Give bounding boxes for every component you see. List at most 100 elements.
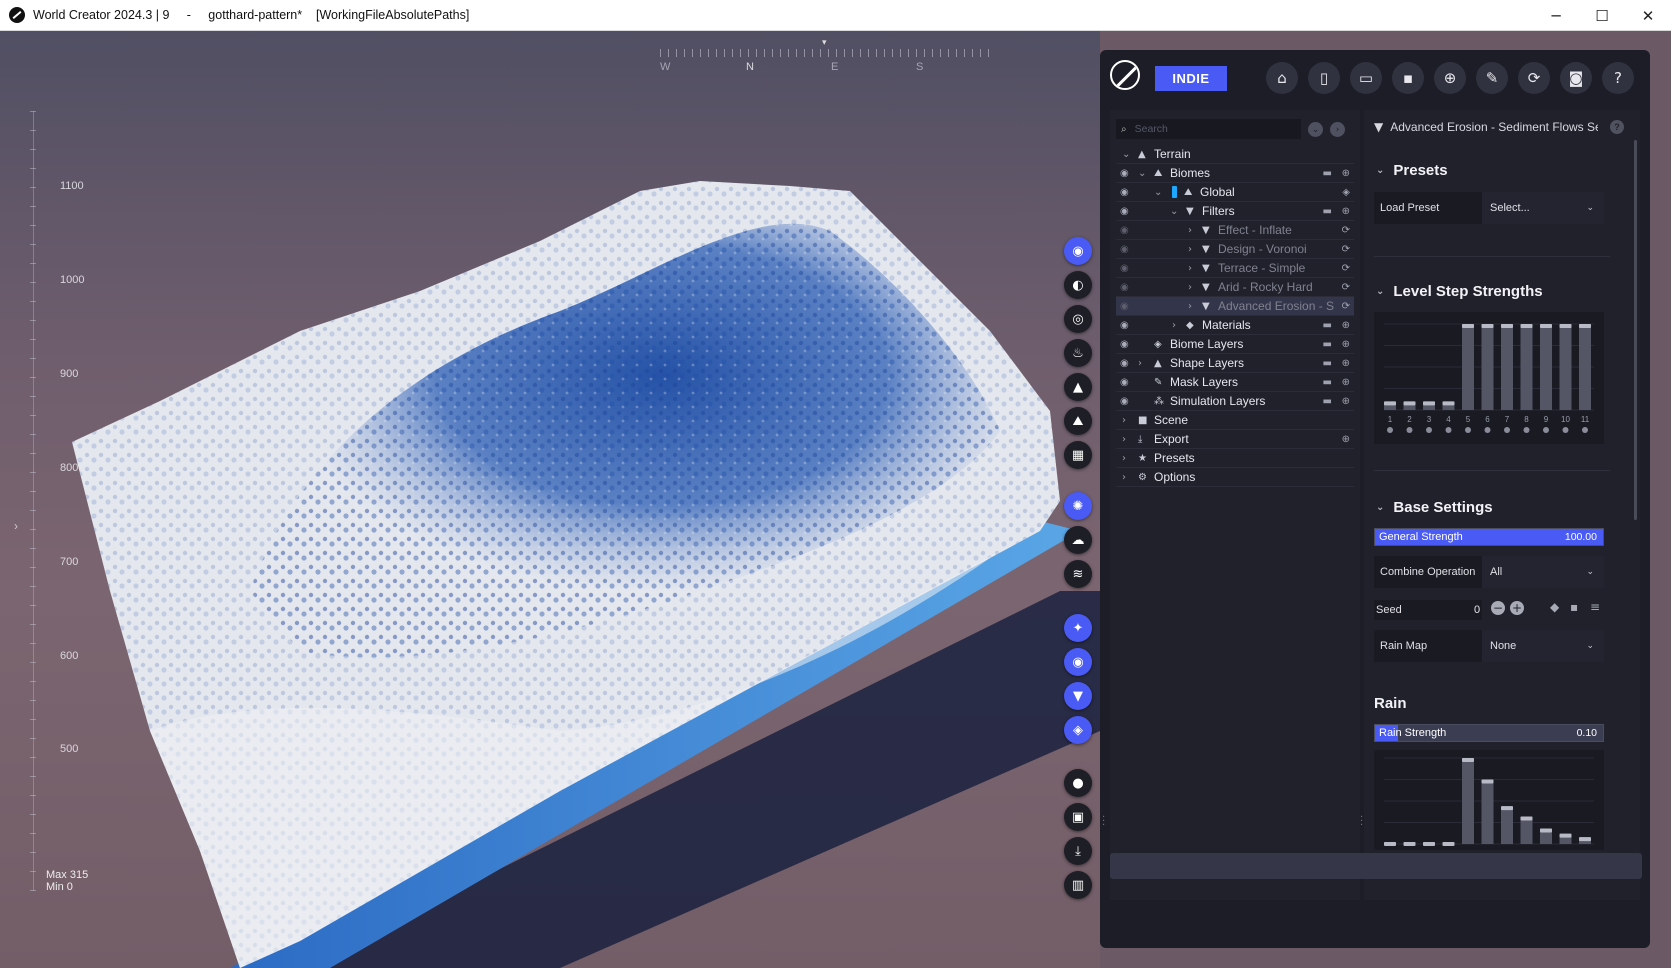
new-file-button[interactable]: ▯ [1308, 62, 1340, 94]
add-icon[interactable]: ⊕ [1342, 206, 1350, 217]
sun-button[interactable]: ◐ [1064, 271, 1092, 299]
search-input[interactable] [1134, 123, 1285, 135]
bar-handle[interactable] [1579, 837, 1591, 842]
eye-icon[interactable]: ◉ [1120, 320, 1129, 331]
eye-icon[interactable]: ◉ [1120, 396, 1129, 407]
refresh-icon[interactable]: ⟳ [1342, 244, 1350, 255]
record-button[interactable]: ● [1064, 769, 1092, 797]
tree-item-filters[interactable]: ◉ ⌄ ▼ Filters ▬ ⊕ [1116, 202, 1354, 221]
eye-icon[interactable]: ◉ [1120, 282, 1129, 293]
bar-handle[interactable] [1384, 401, 1396, 406]
rain-bars[interactable] [1374, 750, 1604, 850]
bar[interactable] [1520, 816, 1533, 844]
database-icon[interactable]: ≡ [1590, 600, 1600, 614]
tree-item-options[interactable]: › ⚙ Options [1116, 468, 1354, 487]
eye-icon[interactable] [1582, 427, 1588, 433]
eye-icon[interactable] [1543, 427, 1549, 433]
refresh-icon[interactable]: ⟳ [1342, 263, 1350, 274]
tree-item-terrace-simple[interactable]: ◉ › ▼ Terrace - Simple ⟳ [1116, 259, 1354, 278]
terrain-button[interactable]: ▲ [1064, 373, 1092, 401]
tree-item-presets[interactable]: › ★ Presets [1116, 449, 1354, 468]
bar[interactable] [1520, 324, 1533, 410]
eye-icon[interactable] [1445, 427, 1452, 433]
bar-handle[interactable] [1403, 401, 1416, 406]
fire-button[interactable]: ♨ [1064, 339, 1092, 367]
eye-icon[interactable]: ◉ [1120, 377, 1129, 388]
bar[interactable] [1501, 806, 1513, 844]
bar-handle[interactable] [1442, 842, 1455, 846]
collapse-all-button[interactable]: ⌄ [1308, 122, 1323, 137]
bar-handle[interactable] [1384, 842, 1396, 846]
camera-button[interactable]: ◙ [1560, 62, 1592, 94]
tree-item-shape-layers[interactable]: ◉ › ▲ Shape Layers ▬ ⊕ [1116, 354, 1354, 373]
fog-button[interactable]: ≋ [1064, 560, 1092, 588]
chevron-down-icon[interactable]: ⌄ [1154, 187, 1162, 198]
level-step-chart[interactable]: 1 2 3 4 5 6 7 8 9 10 11 [1374, 312, 1604, 444]
bar[interactable] [1540, 324, 1552, 410]
chevron-right-icon[interactable]: › [1138, 358, 1142, 369]
settings-scrollbar[interactable] [1634, 140, 1637, 520]
bar-handle[interactable] [1423, 401, 1435, 406]
eye-icon[interactable] [1484, 427, 1491, 433]
tree-item-export[interactable]: › ⤓ Export ⊕ [1116, 430, 1354, 449]
eye-icon[interactable] [1426, 427, 1432, 433]
chevron-right-icon[interactable]: › [1188, 244, 1192, 255]
layers-icon[interactable]: ◈ [1342, 187, 1350, 198]
randomize-icon[interactable]: ◆ [1550, 600, 1559, 614]
eye-icon[interactable] [1562, 427, 1569, 433]
bar-handle[interactable] [1520, 816, 1533, 821]
layers-button[interactable]: ◈ [1064, 716, 1092, 744]
seed-decrement-button[interactable]: − [1491, 601, 1505, 615]
grid-button[interactable]: ▦ [1064, 441, 1092, 469]
add-icon[interactable]: ⊕ [1342, 339, 1350, 350]
eye-icon[interactable] [1523, 427, 1530, 433]
seed-input[interactable]: 0 [1474, 604, 1480, 616]
folder-icon[interactable]: ▬ [1323, 358, 1332, 369]
rain-chart[interactable] [1374, 750, 1604, 850]
bar[interactable] [1481, 779, 1494, 845]
bar-handle[interactable] [1462, 758, 1474, 762]
chevron-right-icon[interactable]: › [1188, 225, 1192, 236]
folder-icon[interactable]: ▬ [1323, 320, 1332, 331]
save-icon[interactable]: ▪ [1570, 600, 1578, 614]
bar[interactable] [1559, 324, 1572, 410]
chevron-right-icon[interactable]: › [1188, 263, 1192, 274]
clouds-button[interactable]: ☁ [1064, 526, 1092, 554]
bar-handle[interactable] [1403, 842, 1416, 846]
add-icon[interactable]: ⊕ [1342, 377, 1350, 388]
presets-section-header[interactable]: ⌄ Presets [1376, 162, 1448, 179]
bar-handle[interactable] [1540, 828, 1552, 833]
add-icon[interactable]: ⊕ [1342, 434, 1350, 445]
folder-icon[interactable]: ▬ [1323, 339, 1332, 350]
bar-handle[interactable] [1540, 324, 1552, 328]
tree-item-simulation-layers[interactable]: ◉ ⁂ Simulation Layers ▬ ⊕ [1116, 392, 1354, 411]
chevron-down-icon[interactable]: ⌄ [1170, 206, 1178, 217]
level-step-bars[interactable]: 1 2 3 4 5 6 7 8 9 10 11 [1374, 312, 1604, 444]
eye-icon[interactable]: ◉ [1120, 339, 1129, 350]
add-icon[interactable]: ⊕ [1342, 358, 1350, 369]
save-button[interactable]: ▪ [1392, 62, 1424, 94]
chevron-right-icon[interactable]: › [1188, 301, 1192, 312]
folder-icon[interactable]: ▬ [1323, 377, 1332, 388]
seed-increment-button[interactable]: + [1510, 601, 1524, 615]
bar-handle[interactable] [1423, 842, 1435, 846]
help-icon[interactable]: ? [1610, 120, 1624, 134]
chevron-right-icon[interactable]: › [1122, 453, 1126, 464]
bar[interactable] [1579, 324, 1591, 410]
close-button[interactable]: ✕ [1625, 0, 1671, 31]
eye-icon[interactable]: ◉ [1120, 168, 1129, 179]
chevron-right-icon[interactable]: › [1188, 282, 1192, 293]
chevron-right-icon[interactable]: › [1172, 320, 1176, 331]
view-mode-button[interactable]: ◉ [1064, 237, 1092, 265]
tools-button[interactable]: ✦ [1064, 614, 1092, 642]
refresh-icon[interactable]: ⟳ [1342, 225, 1350, 236]
biome-button[interactable]: ⛰ [1064, 407, 1092, 435]
bar-handle[interactable] [1462, 324, 1474, 328]
refresh-icon[interactable]: ⟳ [1342, 282, 1350, 293]
home-button[interactable]: ⌂ [1266, 62, 1298, 94]
visibility-button[interactable]: ◉ [1064, 648, 1092, 676]
terrain-viewport[interactable]: ▾ W N E S 1100 1000 900 800 700 600 500 … [0, 31, 1100, 968]
bar[interactable] [1462, 758, 1474, 844]
chevron-right-icon[interactable]: › [1122, 434, 1126, 445]
download-button[interactable]: ⤓ [1064, 837, 1092, 865]
